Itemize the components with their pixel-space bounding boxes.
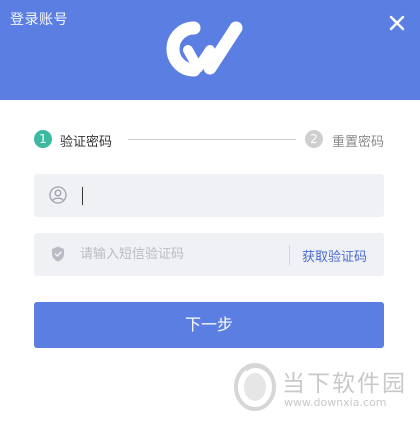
watermark-text: 当下软件园 xyxy=(282,371,407,397)
step-indicator: 1 验证密码 2 重置密码 xyxy=(34,130,389,150)
sms-code-input[interactable] xyxy=(80,233,280,276)
watermark-logo-icon xyxy=(234,363,276,411)
user-avatar-icon xyxy=(49,186,67,204)
step-2-badge: 2 xyxy=(305,130,323,148)
app-logo-icon xyxy=(166,21,243,77)
close-icon[interactable] xyxy=(388,14,406,32)
text-caret xyxy=(82,187,83,205)
step-1-label: 验证密码 xyxy=(60,135,113,150)
step-1-badge: 1 xyxy=(34,130,52,148)
username-field[interactable] xyxy=(34,174,384,217)
get-code-button[interactable]: 获取验证码 xyxy=(302,246,367,265)
sms-code-field[interactable]: 获取验证码 xyxy=(34,233,384,276)
step-2-label: 重置密码 xyxy=(332,135,385,150)
next-step-button[interactable]: 下一步 xyxy=(34,302,384,348)
shield-icon xyxy=(52,246,64,262)
watermark-url: www.downxia.com xyxy=(284,396,387,409)
field-divider xyxy=(289,245,290,265)
step-connector xyxy=(128,139,296,140)
username-input[interactable] xyxy=(86,174,316,217)
watermark: 当下软件园 www.downxia.com xyxy=(232,360,412,420)
window-title: 登录账号 xyxy=(10,12,68,28)
header-banner: 登录账号 xyxy=(0,0,420,100)
